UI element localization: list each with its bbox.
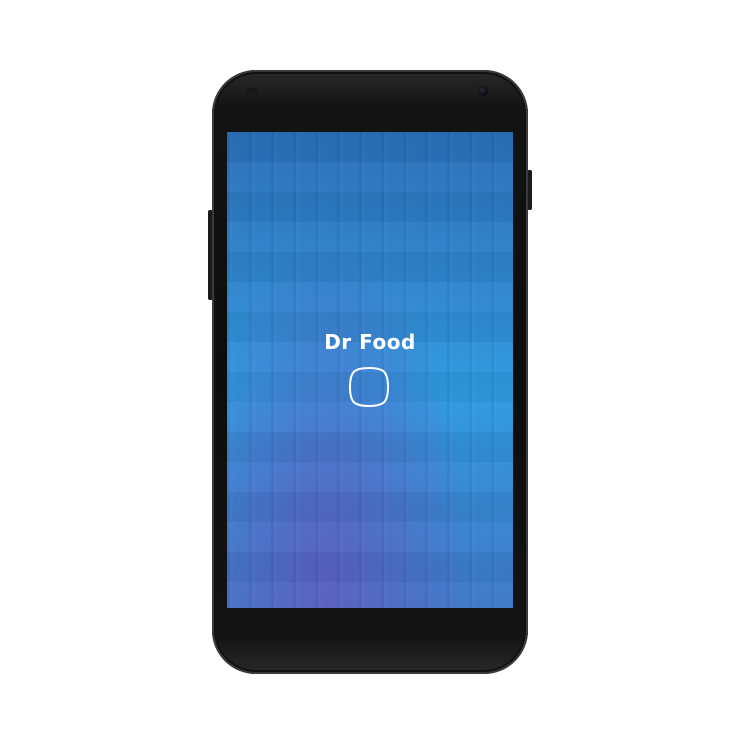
- canvas: Dr Food: [0, 0, 740, 740]
- splash-screen: Dr Food: [227, 132, 513, 608]
- rounded-square-icon: [346, 364, 392, 410]
- front-camera: [478, 86, 488, 96]
- app-title: Dr Food: [324, 330, 416, 354]
- earpiece: [246, 88, 258, 94]
